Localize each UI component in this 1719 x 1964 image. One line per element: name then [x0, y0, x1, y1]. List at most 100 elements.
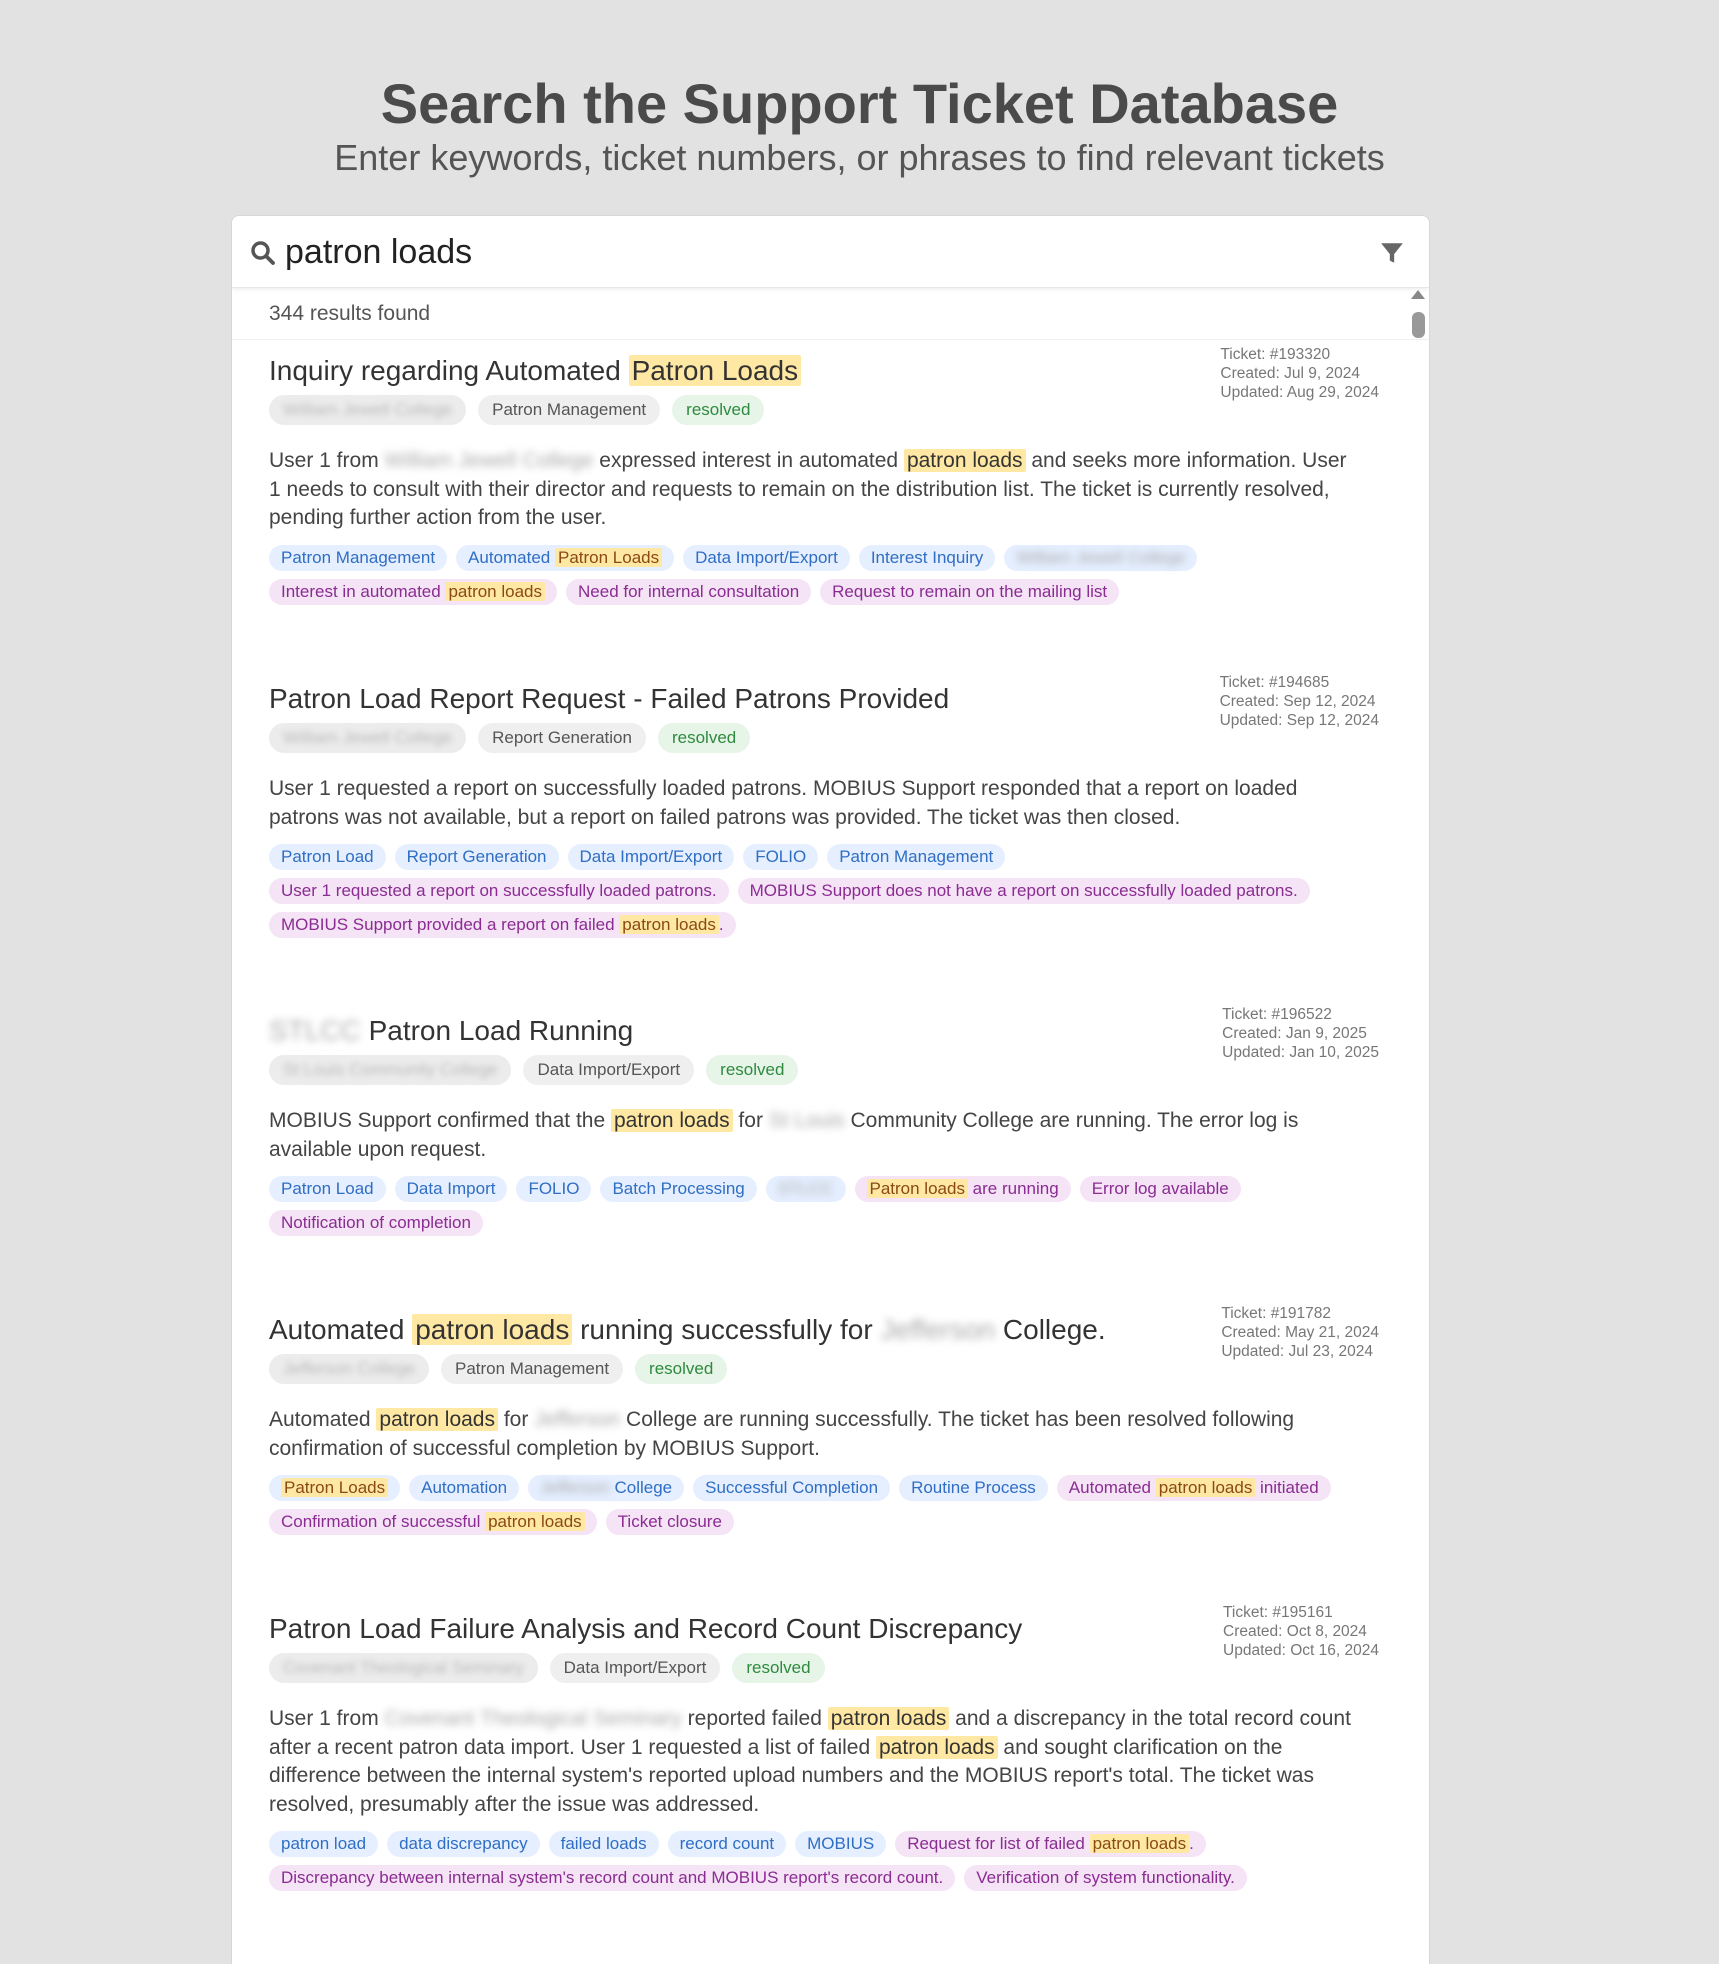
topic-tag[interactable]: Patron Management: [269, 544, 448, 571]
redacted-text: STLCC: [777, 1179, 834, 1198]
ticket-badges: Jefferson College Patron Management resolv…: [269, 1354, 1379, 1386]
filter-icon[interactable]: [1379, 240, 1405, 266]
match-highlight: Patron loads: [866, 1179, 968, 1198]
ticket-number: Ticket: #194685: [1219, 674, 1330, 691]
ticket-card[interactable]: STLCC Patron Load Running Ticket: #196522…: [269, 1006, 1379, 1236]
topic-tag[interactable]: Data Import/Export: [683, 544, 850, 571]
text-segment: expressed interest in automated: [593, 449, 904, 472]
issue-tag[interactable]: Verification of system functionality.: [964, 1865, 1247, 1891]
ticket-badges: William Jewell College Report Generation r…: [269, 723, 1379, 755]
issue-tag[interactable]: Notification of completion: [269, 1210, 483, 1236]
text-segment: User 1 requested a report on successfull…: [269, 777, 1298, 829]
ticket-title[interactable]: Inquiry regarding Automated Patron Loads: [269, 353, 1169, 389]
text-segment: Patron Load Failure Analysis and Record …: [269, 1613, 1023, 1644]
text-segment: Automated: [269, 1408, 377, 1431]
ticket-badges: St Louis Community College Data Import/Ex…: [269, 1055, 1379, 1087]
topic-tag[interactable]: Patron Load: [269, 844, 386, 870]
topic-tag[interactable]: MOBIUS: [795, 1831, 887, 1857]
scroll-up-arrow-icon[interactable]: [1411, 290, 1425, 299]
topic-tag[interactable]: STLCC: [765, 1176, 846, 1202]
ticket-title[interactable]: Patron Load Failure Analysis and Record …: [269, 1611, 1169, 1647]
topic-tag[interactable]: William Jewell College: [1004, 544, 1198, 571]
status-badge: resolved: [672, 395, 765, 425]
issue-tag[interactable]: Request to remain on the mailing list: [820, 578, 1120, 605]
topic-tag[interactable]: Successful Completion: [693, 1475, 891, 1501]
ticket-card[interactable]: Inquiry regarding Automated Patron Loads…: [269, 346, 1379, 605]
issue-tag[interactable]: User 1 requested a report on successfull…: [269, 878, 729, 904]
topic-tag[interactable]: Jefferson College: [528, 1475, 685, 1501]
ticket-card[interactable]: Patron Load Report Request - Failed Patr…: [269, 674, 1379, 938]
ticket-badges: Covenant Theological Seminary Data Import…: [269, 1653, 1379, 1685]
page-header: Search the Support Ticket Database Enter…: [0, 72, 1719, 180]
issue-tag[interactable]: Ticket closure: [605, 1509, 734, 1535]
topic-tag[interactable]: Automated Patron Loads: [456, 544, 675, 571]
category-badge: Patron Management: [441, 1354, 624, 1384]
topic-tag[interactable]: Routine Process: [899, 1475, 1048, 1501]
topic-tag[interactable]: record count: [667, 1831, 787, 1857]
text-segment: Patron Load Running: [360, 1015, 634, 1046]
results-list[interactable]: 344 results found Inquiry regarding Auto…: [232, 288, 1429, 1964]
page-subtitle: Enter keywords, ticket numbers, or phras…: [334, 137, 1385, 178]
updated-date: Updated: Sep 12, 2024: [1219, 712, 1379, 729]
topic-tag[interactable]: patron load: [269, 1831, 379, 1857]
issue-tag[interactable]: Interest in automated patron loads: [269, 578, 558, 605]
issue-tag[interactable]: Patron loads are running: [854, 1176, 1071, 1202]
topic-tag[interactable]: Interest Inquiry: [858, 544, 996, 571]
topic-tag[interactable]: Report Generation: [394, 844, 559, 870]
match-highlight: patron loads: [619, 915, 719, 934]
ticket-number: Ticket: #191782: [1221, 1305, 1332, 1322]
issue-tag[interactable]: Automated patron loads initiated: [1056, 1475, 1331, 1501]
text-segment: Inquiry regarding Automated: [269, 355, 629, 386]
match-highlight: patron loads: [485, 1512, 585, 1531]
match-highlight: Patron Loads: [281, 1478, 389, 1497]
ticket-summary: User 1 from Covenant Theological Seminar…: [269, 1705, 1354, 1819]
topic-tag[interactable]: Batch Processing: [600, 1176, 757, 1202]
text-segment: Patron Load Report Request - Failed Patr…: [269, 683, 950, 714]
created-date: Created: Jan 9, 2025: [1222, 1025, 1367, 1042]
ticket-tags: Patron Management Automated Patron Loads D…: [269, 544, 1379, 605]
page-title: Search the Support Ticket Database: [380, 72, 1339, 135]
search-bar: [232, 216, 1429, 288]
topic-tag[interactable]: FOLIO: [743, 844, 819, 870]
topic-tag[interactable]: Automation: [409, 1475, 520, 1501]
issue-tag[interactable]: Discrepancy between internal system's re…: [269, 1865, 956, 1891]
organization-badge: Covenant Theological Seminary: [269, 1653, 538, 1683]
category-badge: Report Generation: [478, 723, 646, 753]
issue-tag[interactable]: Need for internal consultation: [566, 578, 812, 605]
organization-badge: St Louis Community College: [269, 1055, 512, 1085]
topic-tag[interactable]: data discrepancy: [387, 1831, 540, 1857]
scrollbar-thumb[interactable]: [1412, 312, 1425, 338]
ticket-card[interactable]: Automated patron loads running successfu…: [269, 1305, 1379, 1535]
ticket-meta: Ticket: #194685 Created: Sep 12, 2024 Upda…: [1220, 673, 1379, 730]
ticket-tags: patron load data discrepancy failed loads r…: [269, 1831, 1379, 1891]
match-highlight: Patron Loads: [628, 355, 802, 386]
text-segment: MOBIUS Support confirmed that the: [269, 1109, 611, 1132]
updated-date: Updated: Jul 23, 2024: [1221, 1343, 1373, 1360]
ticket-meta: Ticket: #195161 Created: Oct 8, 2024 Updat…: [1223, 1603, 1379, 1660]
text-segment: User 1 from: [269, 1707, 385, 1730]
ticket-number: Ticket: #196522: [1222, 1006, 1332, 1023]
issue-tag[interactable]: MOBIUS Support provided a report on fail…: [269, 912, 736, 938]
redacted-text: St Louis: [768, 1109, 845, 1132]
topic-tag[interactable]: Patron Loads: [269, 1475, 401, 1501]
issue-tag[interactable]: Request for list of failed patron loads.: [895, 1831, 1206, 1857]
topic-tag[interactable]: Data Import: [394, 1176, 508, 1202]
status-badge: resolved: [635, 1354, 728, 1384]
issue-tag[interactable]: Confirmation of successful patron loads: [269, 1509, 597, 1535]
topic-tag[interactable]: FOLIO: [516, 1176, 592, 1202]
topic-tag[interactable]: Data Import/Export: [567, 844, 735, 870]
ticket-title[interactable]: STLCC Patron Load Running: [269, 1013, 1169, 1049]
ticket-card[interactable]: Patron Load Failure Analysis and Record …: [269, 1604, 1379, 1891]
issue-tag[interactable]: MOBIUS Support does not have a report on…: [737, 878, 1310, 904]
topic-tag[interactable]: Patron Load: [269, 1176, 386, 1202]
ticket-badges: William Jewell College Patron Management r…: [269, 395, 1379, 427]
text-segment: running successfully for: [572, 1314, 881, 1345]
ticket-title[interactable]: Patron Load Report Request - Failed Patr…: [269, 681, 1169, 717]
ticket-title[interactable]: Automated patron loads running successfu…: [269, 1312, 1169, 1348]
issue-tag[interactable]: Error log available: [1079, 1176, 1241, 1202]
topic-tag[interactable]: failed loads: [548, 1831, 659, 1857]
topic-tag[interactable]: Patron Management: [827, 844, 1006, 870]
match-highlight: patron loads: [1155, 1478, 1256, 1497]
status-badge: resolved: [657, 723, 751, 753]
search-input[interactable]: [285, 232, 1285, 272]
